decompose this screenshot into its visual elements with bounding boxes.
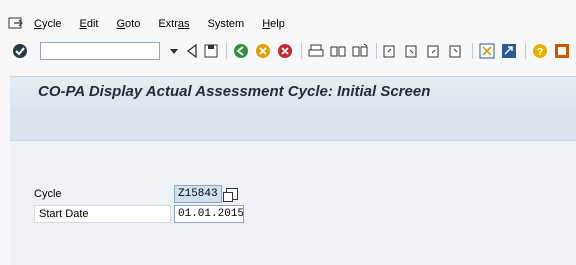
command-history-dropdown-icon[interactable] xyxy=(170,48,178,54)
menu-edit[interactable]: Edit xyxy=(80,18,99,30)
menu-extras-mnemonic: Extr xyxy=(158,18,178,30)
menu-bar: Cycle Edit Goto Extras System Help xyxy=(8,14,576,34)
menu-system-mnemonic: Sy xyxy=(207,18,221,30)
menu-help-mnemonic: H xyxy=(262,18,271,30)
title-bar: CO-PA Display Actual Assessment Cycle: I… xyxy=(10,76,576,109)
first-page-icon[interactable] xyxy=(382,43,398,59)
selection-screen: Cycle Z15843 Start Date 01.01.2015 xyxy=(10,141,576,265)
toolbar-separator xyxy=(226,43,227,59)
cycle-row: Cycle Z15843 xyxy=(34,185,238,203)
help-icon[interactable]: ? xyxy=(532,43,548,59)
menu-edit-mnemonic: E xyxy=(79,18,87,30)
svg-text:?: ? xyxy=(537,47,543,58)
save-icon[interactable] xyxy=(204,43,218,59)
back-icon[interactable] xyxy=(233,43,249,59)
last-page-icon[interactable] xyxy=(448,43,464,59)
page-title: CO-PA Display Actual Assessment Cycle: I… xyxy=(38,83,431,100)
toolbar-separator xyxy=(525,43,527,59)
customize-layout-icon[interactable] xyxy=(554,43,570,59)
cycle-label: Cycle xyxy=(34,188,62,200)
toolbar-separator xyxy=(375,43,377,59)
find-next-icon[interactable] xyxy=(352,43,368,59)
copy-icon[interactable] xyxy=(223,188,238,202)
enter-checkmark-icon[interactable] xyxy=(12,43,28,59)
menu-extras-label: as xyxy=(177,18,190,30)
command-field[interactable] xyxy=(40,42,160,60)
system-menu-icon[interactable] xyxy=(8,17,24,31)
exit-icon[interactable] xyxy=(255,43,271,59)
application-toolbar xyxy=(10,108,576,141)
start-date-label: Start Date xyxy=(34,205,171,223)
menu-cycle[interactable]: Cycle xyxy=(34,18,62,30)
menu-system[interactable]: System xyxy=(208,18,245,30)
cancel-icon[interactable] xyxy=(277,43,293,59)
find-icon[interactable] xyxy=(330,43,346,59)
menu-extras[interactable]: Extras xyxy=(158,18,189,30)
menu-edit-label: dit xyxy=(86,18,99,30)
menu-goto[interactable]: Goto xyxy=(116,18,140,30)
next-page-icon[interactable] xyxy=(426,43,442,59)
start-date-input[interactable]: 01.01.2015 xyxy=(174,205,244,223)
menu-goto-label: oto xyxy=(125,18,141,30)
back-arrow-icon[interactable] xyxy=(186,43,198,59)
cycle-input[interactable]: Z15843 xyxy=(174,185,222,203)
previous-page-icon[interactable] xyxy=(404,43,420,59)
toolbar-separator xyxy=(472,43,474,59)
shortcut-icon[interactable] xyxy=(501,43,517,59)
menu-help-label: elp xyxy=(270,18,285,30)
start-date-row: Start Date 01.01.2015 xyxy=(34,205,244,223)
sap-window: Cycle Edit Goto Extras System Help ? CO-… xyxy=(0,0,576,265)
menu-help[interactable]: Help xyxy=(262,18,285,30)
menu-cycle-mnemonic: C xyxy=(34,18,42,30)
toolbar-separator xyxy=(300,43,302,59)
standard-toolbar: ? xyxy=(0,36,576,66)
menu-system-label: stem xyxy=(220,18,245,30)
menu-cycle-label: ycle xyxy=(41,18,62,30)
print-icon[interactable] xyxy=(308,43,324,59)
create-session-icon[interactable] xyxy=(479,43,495,59)
menu-goto-mnemonic: G xyxy=(116,18,126,30)
